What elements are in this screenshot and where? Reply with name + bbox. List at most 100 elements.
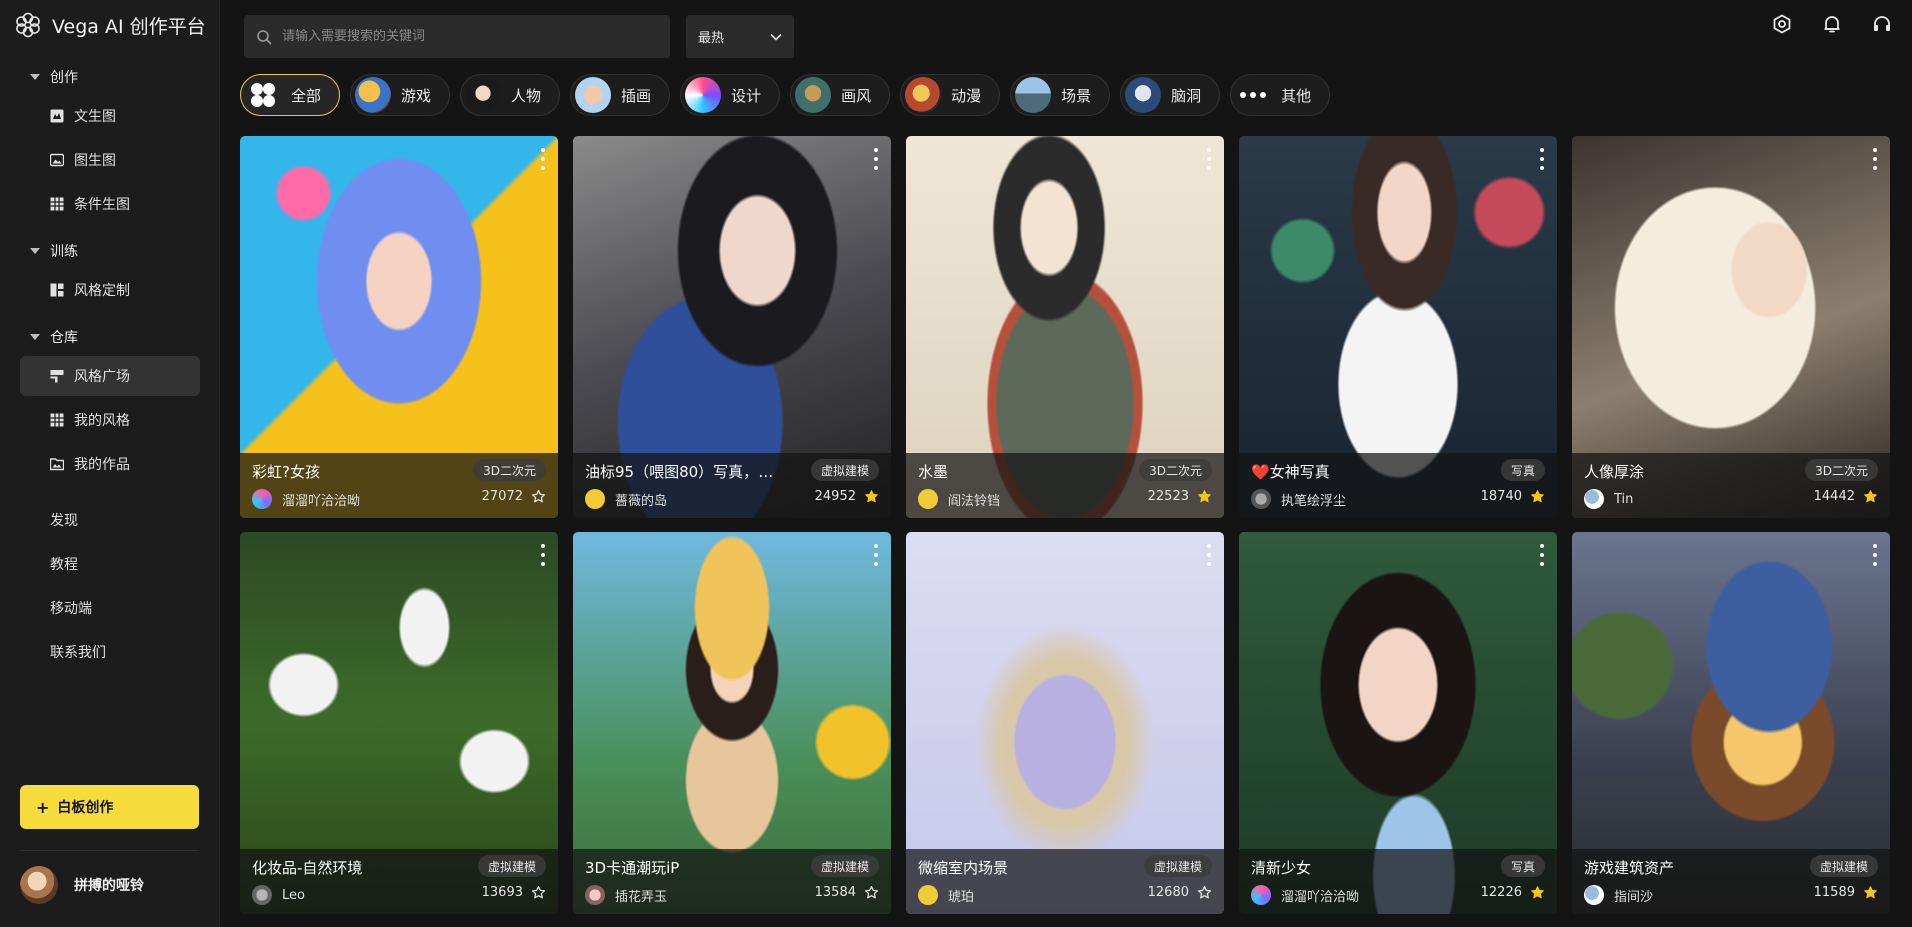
sidebar-item-style-plaza[interactable]: 风格广场 xyxy=(20,356,200,396)
user-profile[interactable]: 拼搏的哑铃 xyxy=(20,866,144,904)
settings-hex-icon[interactable] xyxy=(1770,12,1794,36)
card-info: 油标95（喂图80）写真，虚拟建模 虚拟建模 薔薇的岛 24952 xyxy=(573,453,891,518)
star-filled-icon xyxy=(1531,886,1544,899)
more-vertical-icon[interactable] xyxy=(1539,148,1545,170)
favorite-count[interactable]: 12680 xyxy=(1148,885,1212,900)
group-create[interactable]: 创作 xyxy=(20,62,200,92)
style-card[interactable]: 油标95（喂图80）写真，虚拟建模 虚拟建模 薔薇的岛 24952 xyxy=(573,136,891,518)
sidebar-item-style-custom[interactable]: 风格定制 xyxy=(20,270,200,310)
card-tag: 3D二次元 xyxy=(1805,459,1878,481)
sidebar-item-text-to-image[interactable]: 文生图 xyxy=(20,96,200,136)
sidebar-item-my-works[interactable]: 我的作品 xyxy=(20,444,200,484)
category-brainstorm[interactable]: 脑洞 xyxy=(1120,74,1221,116)
card-author[interactable]: Tin xyxy=(1584,489,1633,509)
avatar xyxy=(585,885,605,905)
category-artstyle[interactable]: 画风 xyxy=(790,74,891,116)
style-card[interactable]: 微缩室内场景 虚拟建模 琥珀 12680 xyxy=(906,532,1224,914)
category-label: 脑洞 xyxy=(1171,86,1202,105)
group-repo[interactable]: 仓库 xyxy=(20,322,200,352)
more-vertical-icon[interactable] xyxy=(1539,544,1545,566)
sidebar-item-my-styles[interactable]: 我的风格 xyxy=(20,400,200,440)
more-vertical-icon[interactable] xyxy=(540,544,546,566)
search-box[interactable] xyxy=(244,15,670,58)
more-vertical-icon[interactable] xyxy=(540,148,546,170)
sidebar-item-label: 文生图 xyxy=(74,109,116,125)
author-name: 阎法铃铛 xyxy=(948,493,1001,509)
avatar xyxy=(918,489,938,509)
count-value: 12226 xyxy=(1480,885,1522,900)
style-card[interactable]: 化妆品-自然环境 虚拟建模 Leo 13693 xyxy=(240,532,558,914)
sidebar-link-contact[interactable]: 联系我们 xyxy=(20,630,200,674)
headset-icon[interactable] xyxy=(1870,12,1894,36)
card-author[interactable]: Leo xyxy=(252,885,305,905)
more-vertical-icon[interactable] xyxy=(1206,544,1212,566)
more-vertical-icon[interactable] xyxy=(1872,544,1878,566)
sort-selected: 最热 xyxy=(698,31,725,46)
sidebar-link-mobile[interactable]: 移动端 xyxy=(20,586,200,630)
count-value: 12680 xyxy=(1147,885,1189,900)
favorite-count[interactable]: 22523 xyxy=(1148,489,1212,504)
category-all[interactable]: 全部 xyxy=(240,74,341,116)
more-vertical-icon[interactable] xyxy=(1872,148,1878,170)
grid-icon xyxy=(50,413,64,427)
favorite-count[interactable]: 13584 xyxy=(815,885,879,900)
card-author[interactable]: 琥珀 xyxy=(918,885,974,905)
star-filled-icon xyxy=(865,490,878,503)
category-people[interactable]: 人物 xyxy=(460,74,561,116)
sidebar-link-discover[interactable]: 发现 xyxy=(20,498,200,542)
favorite-count[interactable]: 27072 xyxy=(482,489,546,504)
card-author[interactable]: 溜溜吖洽洽呦 xyxy=(1251,885,1359,905)
style-card[interactable]: 游戏建筑资产 虚拟建模 指间沙 11589 xyxy=(1572,532,1890,914)
favorite-count[interactable]: 11589 xyxy=(1814,885,1878,900)
brand[interactable]: Vega AI 创作平台 xyxy=(14,10,206,40)
category-thumb xyxy=(795,77,832,113)
favorite-count[interactable]: 14442 xyxy=(1814,489,1878,504)
style-card[interactable]: 清新少女 写真 溜溜吖洽洽呦 12226 xyxy=(1239,532,1557,914)
bell-icon[interactable] xyxy=(1820,12,1844,36)
count-value: 18740 xyxy=(1480,489,1522,504)
style-card[interactable]: 水墨 3D二次元 阎法铃铛 22523 xyxy=(906,136,1224,518)
sidebar-link-tutorial[interactable]: 教程 xyxy=(20,542,200,586)
category-scene[interactable]: 场景 xyxy=(1010,74,1111,116)
count-value: 22523 xyxy=(1147,489,1189,504)
avatar xyxy=(252,489,272,509)
style-card[interactable]: 人像厚涂 3D二次元 Tin 14442 xyxy=(1572,136,1890,518)
more-vertical-icon[interactable] xyxy=(873,148,879,170)
whiteboard-button[interactable]: + 白板创作 xyxy=(20,785,199,829)
group-train[interactable]: 训练 xyxy=(20,236,200,266)
favorite-count[interactable]: 12226 xyxy=(1481,885,1545,900)
card-author[interactable]: 薔薇的岛 xyxy=(585,489,667,509)
card-author[interactable]: 溜溜吖洽洽呦 xyxy=(252,489,360,509)
more-vertical-icon[interactable] xyxy=(1206,148,1212,170)
sidebar-item-label: 我的作品 xyxy=(74,457,130,473)
card-tag: 虚拟建模 xyxy=(477,855,546,877)
category-illustration[interactable]: 插画 xyxy=(570,74,671,116)
category-anime[interactable]: 动漫 xyxy=(900,74,1001,116)
star-outline-icon xyxy=(531,489,546,503)
card-info: 微缩室内场景 虚拟建模 琥珀 12680 xyxy=(906,849,1224,914)
card-tag: 写真 xyxy=(1500,459,1545,481)
sidebar-item-image-to-image[interactable]: 图生图 xyxy=(20,140,200,180)
favorite-count[interactable]: 24952 xyxy=(815,489,879,504)
card-tag: 写真 xyxy=(1500,855,1545,877)
category-design[interactable]: 设计 xyxy=(680,74,781,116)
card-author[interactable]: 插花弄玉 xyxy=(585,885,667,905)
style-card[interactable]: 3D卡通潮玩iP 虚拟建模 插花弄玉 13584 xyxy=(573,532,891,914)
search-input[interactable] xyxy=(282,29,642,44)
card-author[interactable]: 执笔绘浮尘 xyxy=(1251,489,1346,509)
card-author[interactable]: 阎法铃铛 xyxy=(918,489,1000,509)
plus-icon: + xyxy=(36,797,50,817)
more-dots-icon xyxy=(1240,92,1267,98)
card-author[interactable]: 指间沙 xyxy=(1584,885,1653,905)
whiteboard-button-label: 白板创作 xyxy=(57,800,114,816)
style-card[interactable]: ❤️女神写真 写真 执笔绘浮尘 18740 xyxy=(1239,136,1557,518)
style-card[interactable]: 彩虹?女孩 3D二次元 溜溜吖洽洽呦 27072 xyxy=(240,136,558,518)
favorite-count[interactable]: 18740 xyxy=(1481,489,1545,504)
more-vertical-icon[interactable] xyxy=(873,544,879,566)
category-game[interactable]: 游戏 xyxy=(350,74,451,116)
favorite-count[interactable]: 13693 xyxy=(482,885,546,900)
card-tag: 3D二次元 xyxy=(1139,459,1212,481)
category-other[interactable]: 其他 xyxy=(1230,74,1331,116)
sidebar-item-conditional[interactable]: 条件生图 xyxy=(20,184,200,224)
sort-select[interactable]: 最热 xyxy=(686,15,794,58)
